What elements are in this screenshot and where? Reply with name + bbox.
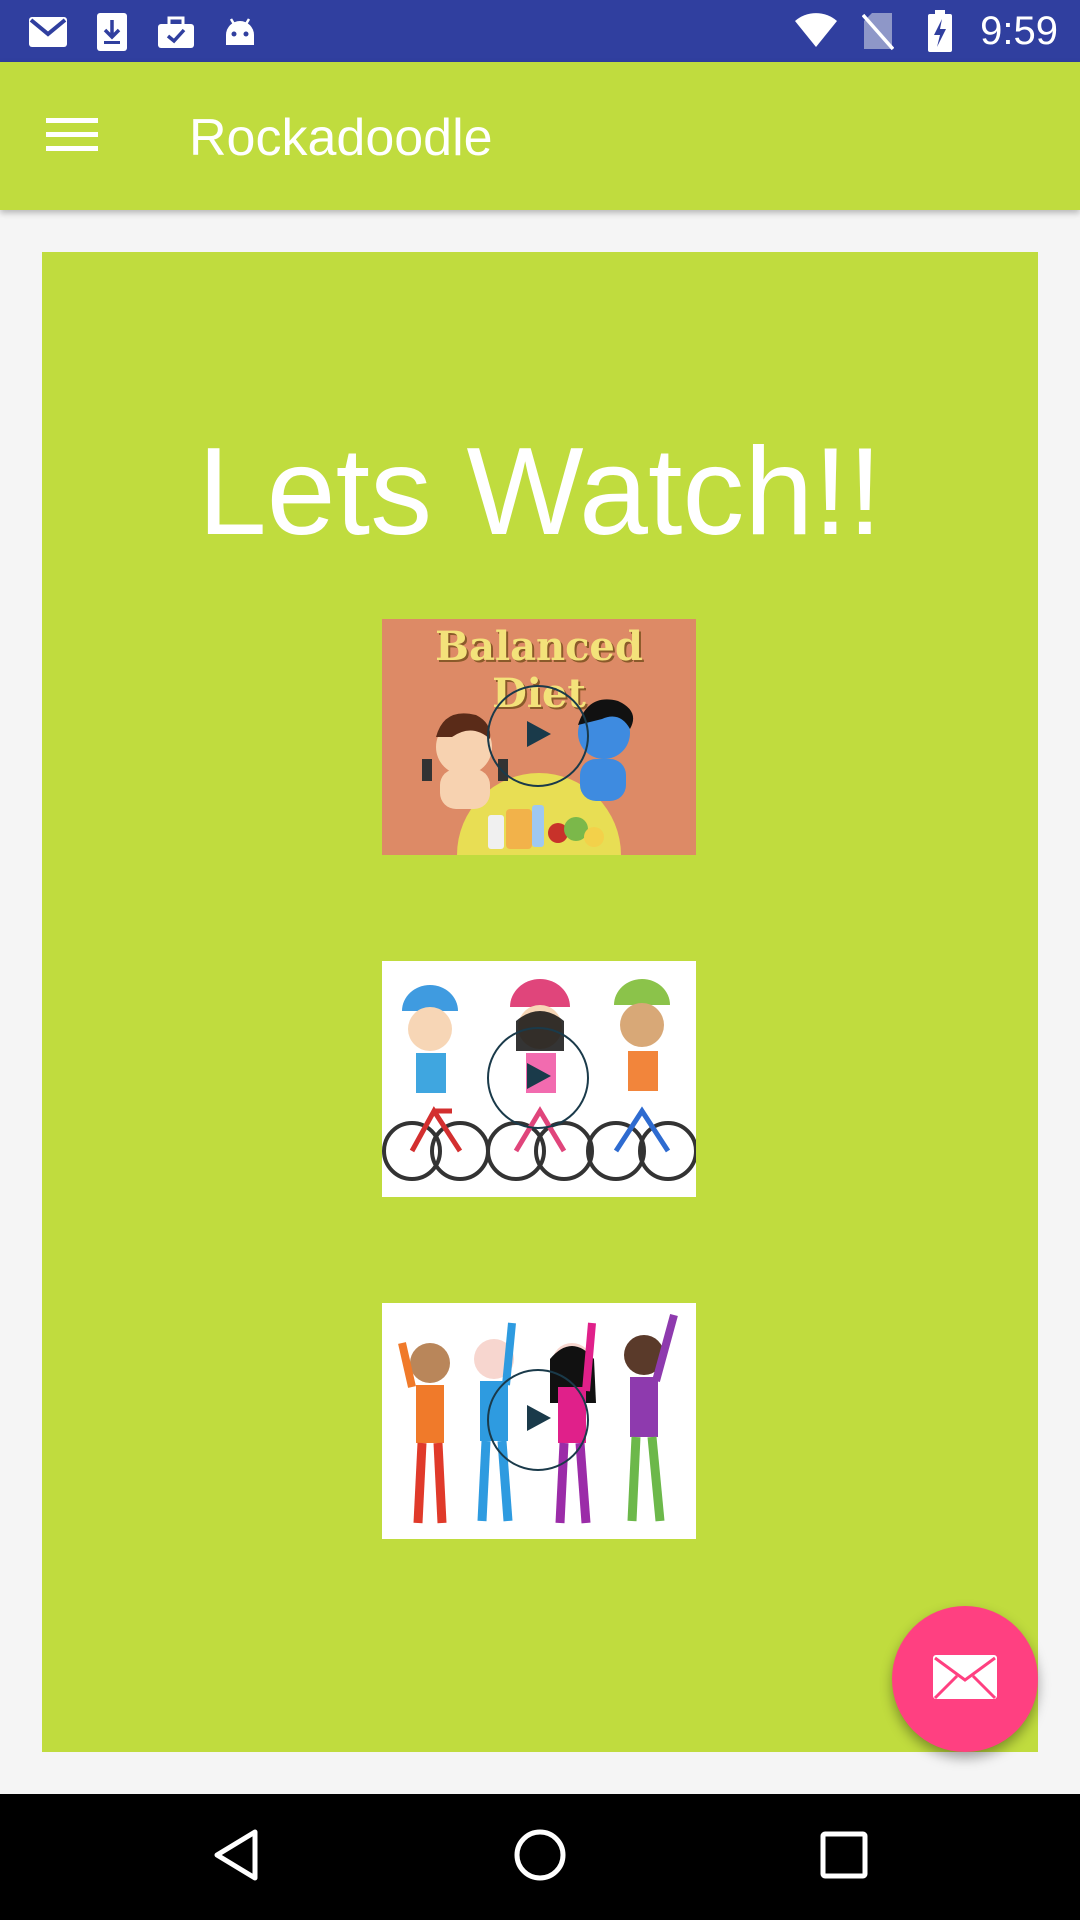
mail-icon — [932, 1654, 998, 1705]
home-icon — [513, 1828, 567, 1887]
main-card: Lets Watch!! Balanced Diet — [42, 252, 1038, 1752]
play-button[interactable] — [487, 1027, 589, 1129]
recents-button[interactable] — [804, 1820, 884, 1894]
android-icon — [218, 10, 262, 54]
back-button[interactable] — [196, 1820, 276, 1894]
video-thumbnail-bicycles[interactable] — [382, 961, 696, 1197]
battery-charging-icon — [918, 9, 962, 53]
email-fab-button[interactable] — [892, 1606, 1038, 1752]
play-button[interactable] — [487, 1369, 589, 1471]
video-thumbnail-exercise[interactable] — [382, 1303, 696, 1539]
play-button[interactable] — [487, 685, 589, 787]
no-sim-icon — [856, 9, 900, 53]
home-button[interactable] — [500, 1820, 580, 1894]
back-icon — [211, 1828, 261, 1887]
navigation-bar — [0, 1794, 1080, 1920]
play-icon — [523, 719, 553, 754]
app-bar: Rockadoodle — [0, 62, 1080, 210]
play-icon — [523, 1061, 553, 1096]
app-title: Rockadoodle — [189, 109, 493, 167]
briefcase-check-icon — [154, 10, 198, 54]
menu-icon — [46, 114, 98, 159]
menu-button[interactable] — [40, 106, 104, 166]
status-bar: 9:59 — [0, 0, 1080, 62]
wifi-icon — [794, 9, 838, 53]
recents-icon — [820, 1831, 868, 1884]
status-time: 9:59 — [980, 9, 1058, 53]
video-thumbnail-balanced-diet[interactable]: Balanced Diet — [382, 619, 696, 855]
play-icon — [523, 1403, 553, 1438]
gmail-icon — [26, 10, 70, 54]
page-heading: Lets Watch!! — [197, 423, 883, 561]
download-icon — [90, 10, 134, 54]
